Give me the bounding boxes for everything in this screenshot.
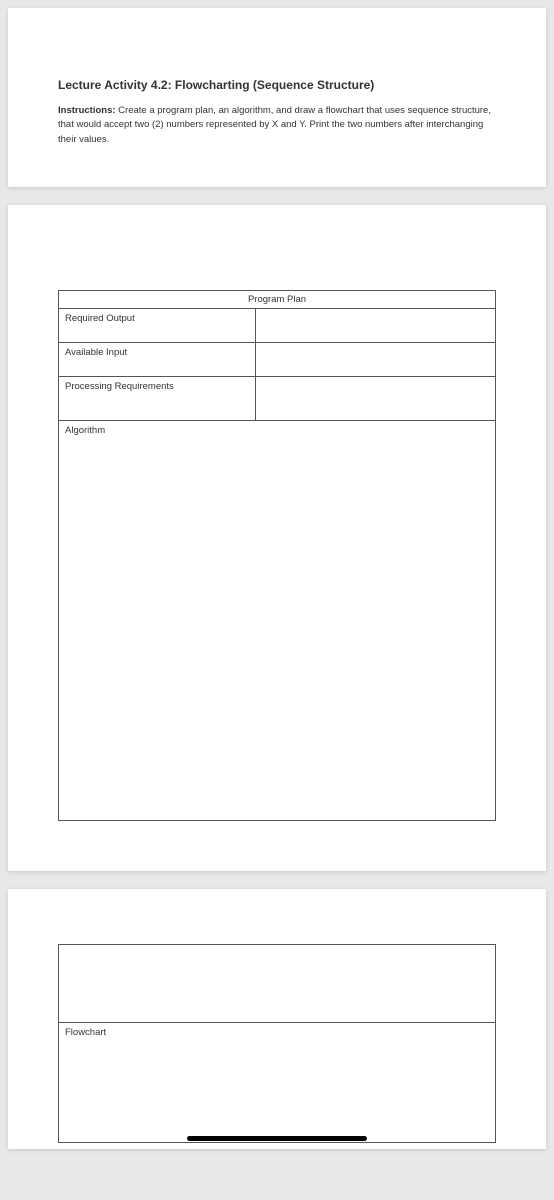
table-row — [59, 944, 496, 1022]
required-output-value — [255, 308, 495, 342]
activity-title: Lecture Activity 4.2: Flowcharting (Sequ… — [58, 78, 496, 92]
flowchart-table: Flowchart — [58, 944, 496, 1143]
required-output-label: Required Output — [59, 308, 256, 342]
table-header-row: Program Plan — [59, 290, 496, 308]
flowchart-blank-cell — [59, 944, 496, 1022]
instructions-label: Instructions: — [58, 105, 116, 116]
processing-requirements-label: Processing Requirements — [59, 376, 256, 420]
table-row: Available Input — [59, 342, 496, 376]
instructions-text: Create a program plan, an algorithm, and… — [58, 105, 491, 145]
program-plan-header: Program Plan — [59, 290, 496, 308]
table-row: Processing Requirements — [59, 376, 496, 420]
processing-requirements-value — [255, 376, 495, 420]
document-page-1: Lecture Activity 4.2: Flowcharting (Sequ… — [8, 8, 546, 187]
instructions-paragraph: Instructions: Create a program plan, an … — [58, 104, 496, 147]
document-page-2: Program Plan Required Output Available I… — [8, 205, 546, 871]
home-indicator — [187, 1136, 367, 1141]
available-input-value — [255, 342, 495, 376]
page-3-wrapper: Flowchart — [8, 889, 546, 1149]
flowchart-label: Flowchart — [59, 1022, 496, 1142]
table-row: Flowchart — [59, 1022, 496, 1142]
available-input-label: Available Input — [59, 342, 256, 376]
program-plan-table: Program Plan Required Output Available I… — [58, 290, 496, 821]
table-row: Algorithm — [59, 420, 496, 820]
table-row: Required Output — [59, 308, 496, 342]
algorithm-label: Algorithm — [59, 420, 496, 820]
document-page-3: Flowchart — [8, 889, 546, 1149]
